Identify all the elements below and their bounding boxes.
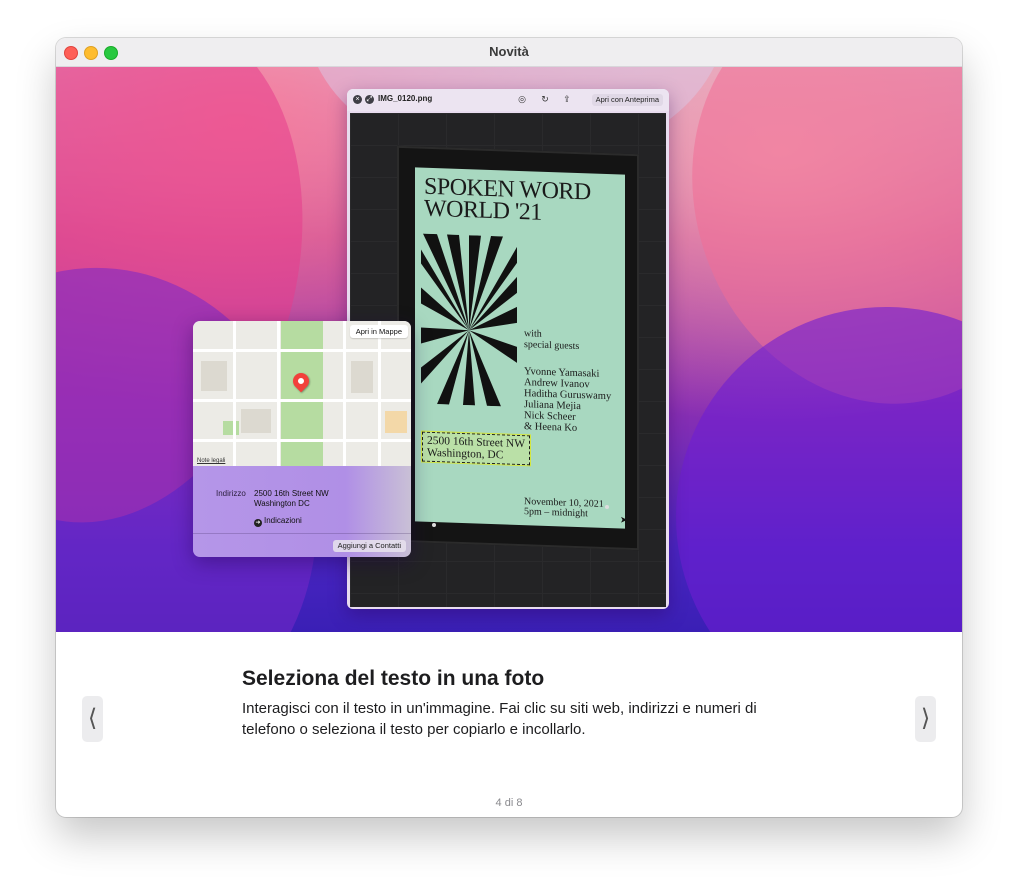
- map-road: [343, 321, 346, 466]
- poster-title[interactable]: SPOKEN WORD WORLD '21: [424, 174, 591, 226]
- map-road: [277, 321, 280, 466]
- hero-illustration: × ⤢ IMG_0120.png ◎ ↻ ⇪ Apri con Anteprim…: [56, 67, 962, 632]
- share-icon[interactable]: ⇪: [562, 94, 572, 104]
- next-page-button[interactable]: ⟩: [915, 696, 936, 742]
- map-block: [385, 411, 407, 433]
- markup-icon[interactable]: ◎: [517, 94, 527, 104]
- poster: SPOKEN WORD WORLD '21 with special guest…: [415, 167, 625, 529]
- preview-filename: IMG_0120.png: [378, 94, 433, 103]
- map-view[interactable]: Apri in Mappe Note legali: [193, 321, 411, 466]
- close-icon[interactable]: ×: [353, 95, 362, 104]
- directions-icon: ➜: [254, 519, 262, 527]
- address-popover: Apri in Mappe Note legali Indirizzo 2500…: [193, 321, 411, 557]
- divider: [193, 533, 411, 534]
- directions-link[interactable]: ➜ Indicazioni: [254, 516, 302, 527]
- previous-page-button[interactable]: ⟨: [82, 696, 103, 742]
- poster-date[interactable]: November 10, 2021 5pm – midnight: [524, 496, 604, 520]
- address-value[interactable]: 2500 16th Street NW Washington DC: [254, 489, 329, 509]
- poster-subtitle[interactable]: with special guests: [524, 328, 584, 352]
- page-indicator: 4 di 8: [495, 797, 523, 809]
- map-block: [351, 361, 373, 393]
- preview-toolbar: × ⤢ IMG_0120.png ◎ ↻ ⇪ Apri con Anteprim…: [347, 89, 669, 111]
- rotate-icon[interactable]: ↻: [540, 94, 550, 104]
- open-with-preview-button[interactable]: Apri con Anteprima: [591, 94, 663, 106]
- window-title: Novità: [489, 44, 529, 59]
- map-park: [281, 321, 323, 466]
- title-bar: Novità: [56, 38, 962, 67]
- whats-new-window: Novità × ⤢ IMG_0120.png ◎ ↻ ⇪ Apri con A…: [56, 38, 962, 817]
- map-road: [378, 321, 381, 466]
- add-to-contacts-button[interactable]: Aggiungi a Contatti: [332, 540, 406, 552]
- fullscreen-icon[interactable]: ⤢: [365, 95, 374, 104]
- poster-guest-list[interactable]: Yvonne Yamasaki Andrew Ivanov Haditha Gu…: [524, 366, 611, 435]
- feature-description: Interagisci con il testo in un'immagine.…: [242, 700, 757, 738]
- open-in-maps-button[interactable]: Apri in Mappe: [349, 325, 408, 338]
- address-label: Indirizzo: [216, 489, 246, 498]
- map-road: [233, 321, 236, 466]
- frame-bolt: [432, 523, 436, 527]
- feature-title: Seleziona del testo in una foto: [242, 667, 545, 690]
- cursor-icon: ➤: [620, 514, 625, 525]
- starburst-graphic: [421, 233, 517, 407]
- map-block: [201, 361, 227, 391]
- map-block: [241, 409, 271, 433]
- frame-bolt: [605, 505, 609, 509]
- map-park: [223, 421, 239, 435]
- poster-address-selection[interactable]: 2500 16th Street NW Washington, DC: [420, 430, 532, 467]
- wallpaper-wave: [676, 307, 962, 632]
- legal-notes-link[interactable]: Note legali: [197, 458, 225, 464]
